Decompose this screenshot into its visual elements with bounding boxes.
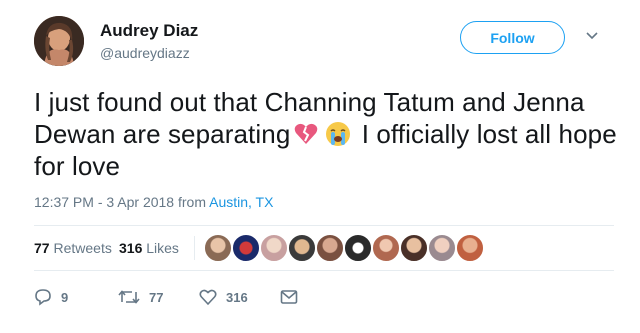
liker-avatar[interactable]	[372, 234, 400, 262]
like-stat-label: Likes	[146, 240, 179, 256]
reply-button[interactable]: 9	[34, 286, 68, 308]
liker-avatar[interactable]	[260, 234, 288, 262]
direct-message-button[interactable]	[280, 286, 298, 308]
tweet-stats: 77 Retweets 316 Likes	[34, 232, 614, 264]
stats-separator	[194, 236, 195, 260]
timestamp[interactable]: 12:37 PM - 3 Apr 2018 from	[34, 194, 209, 210]
retweet-icon	[118, 290, 140, 304]
follow-button[interactable]: Follow	[460, 21, 565, 54]
liker-avatar[interactable]	[400, 234, 428, 262]
liker-avatar[interactable]	[316, 234, 344, 262]
retweet-stat[interactable]: 77 Retweets	[34, 240, 112, 256]
user-handle[interactable]: @audreydiazz	[100, 45, 190, 61]
retweet-count: 77	[149, 289, 164, 305]
liker-avatar[interactable]	[456, 234, 484, 262]
tweet-meta: 12:37 PM - 3 Apr 2018 from Austin, TX	[34, 194, 273, 210]
tweet-actions: 9 77 316	[34, 286, 434, 308]
retweet-stat-count: 77	[34, 240, 50, 256]
liker-avatar[interactable]	[428, 234, 456, 262]
reply-count: 9	[61, 289, 69, 305]
more-options-button[interactable]	[582, 26, 602, 46]
liker-avatar[interactable]	[288, 234, 316, 262]
heart-icon	[199, 289, 217, 306]
envelope-icon	[280, 290, 298, 304]
like-button[interactable]: 316	[199, 286, 248, 308]
tweet-card: Audrey Diaz @audreydiazz Follow I just f…	[0, 0, 640, 333]
loudly-crying-face-icon	[325, 121, 351, 147]
avatar[interactable]	[34, 16, 84, 66]
broken-heart-icon	[293, 121, 319, 147]
liker-avatar[interactable]	[232, 234, 260, 262]
like-stat-count: 316	[119, 240, 143, 256]
like-count: 316	[226, 289, 248, 305]
display-name[interactable]: Audrey Diaz	[100, 21, 198, 41]
liker-avatar[interactable]	[204, 234, 232, 262]
tweet-header: Audrey Diaz @audreydiazz Follow	[34, 16, 614, 68]
liker-avatar[interactable]	[344, 234, 372, 262]
retweet-stat-label: Retweets	[53, 240, 112, 256]
retweet-button[interactable]: 77	[118, 286, 163, 308]
chevron-down-icon	[586, 32, 598, 40]
divider	[34, 270, 614, 271]
reply-icon	[35, 289, 51, 306]
divider	[34, 225, 614, 226]
like-stat[interactable]: 316 Likes	[119, 240, 179, 256]
tweet-text: I just found out that Channing Tatum and…	[34, 86, 624, 182]
location-link[interactable]: Austin, TX	[209, 194, 273, 210]
